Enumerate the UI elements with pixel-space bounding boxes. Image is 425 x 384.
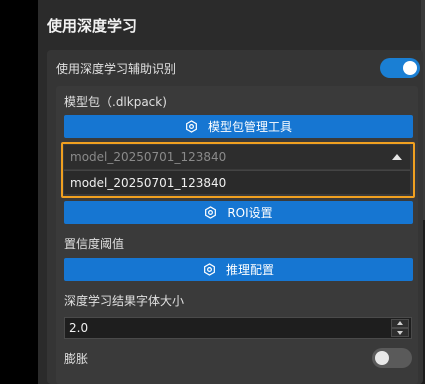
roi-settings-button[interactable]: ROI设置 [64, 201, 413, 224]
hexagon-gear-icon [205, 206, 217, 219]
section-title: 使用深度学习 [47, 17, 138, 35]
model-select-value: model_20250701_123840 [70, 150, 227, 164]
model-option-label: model_20250701_123840 [70, 175, 227, 190]
toggle-knob [375, 351, 389, 365]
hexagon-gear-icon [204, 263, 215, 276]
increment-button[interactable] [391, 319, 409, 328]
chevron-up-icon [397, 321, 403, 325]
assist-toggle[interactable] [380, 58, 420, 78]
model-package-manager-button[interactable]: 模型包管理工具 [64, 115, 413, 138]
model-package-label: 模型包（.dlkpack) [64, 95, 167, 109]
font-size-input[interactable]: 2.0 [64, 317, 412, 339]
inference-config-button[interactable]: 推理配置 [64, 258, 413, 281]
hexagon-gear-icon [186, 120, 197, 133]
assist-label: 使用深度学习辅助识别 [56, 62, 177, 76]
inference-config-label: 推理配置 [225, 263, 274, 277]
model-package-manager-label: 模型包管理工具 [207, 120, 292, 134]
dilate-toggle[interactable] [372, 348, 412, 368]
font-size-label: 深度学习结果字体大小 [64, 294, 185, 308]
confidence-label: 置信度阈值 [64, 237, 125, 251]
toggle-knob [403, 61, 417, 75]
model-option[interactable]: model_20250701_123840 [64, 170, 410, 194]
decrement-button[interactable] [391, 328, 409, 337]
roi-settings-label: ROI设置 [227, 206, 273, 220]
model-select[interactable]: model_20250701_123840 [64, 145, 410, 169]
font-size-value: 2.0 [69, 321, 89, 335]
chevron-down-icon [397, 331, 403, 335]
triangle-up-icon [392, 154, 402, 160]
dilate-label: 膨胀 [64, 352, 89, 366]
